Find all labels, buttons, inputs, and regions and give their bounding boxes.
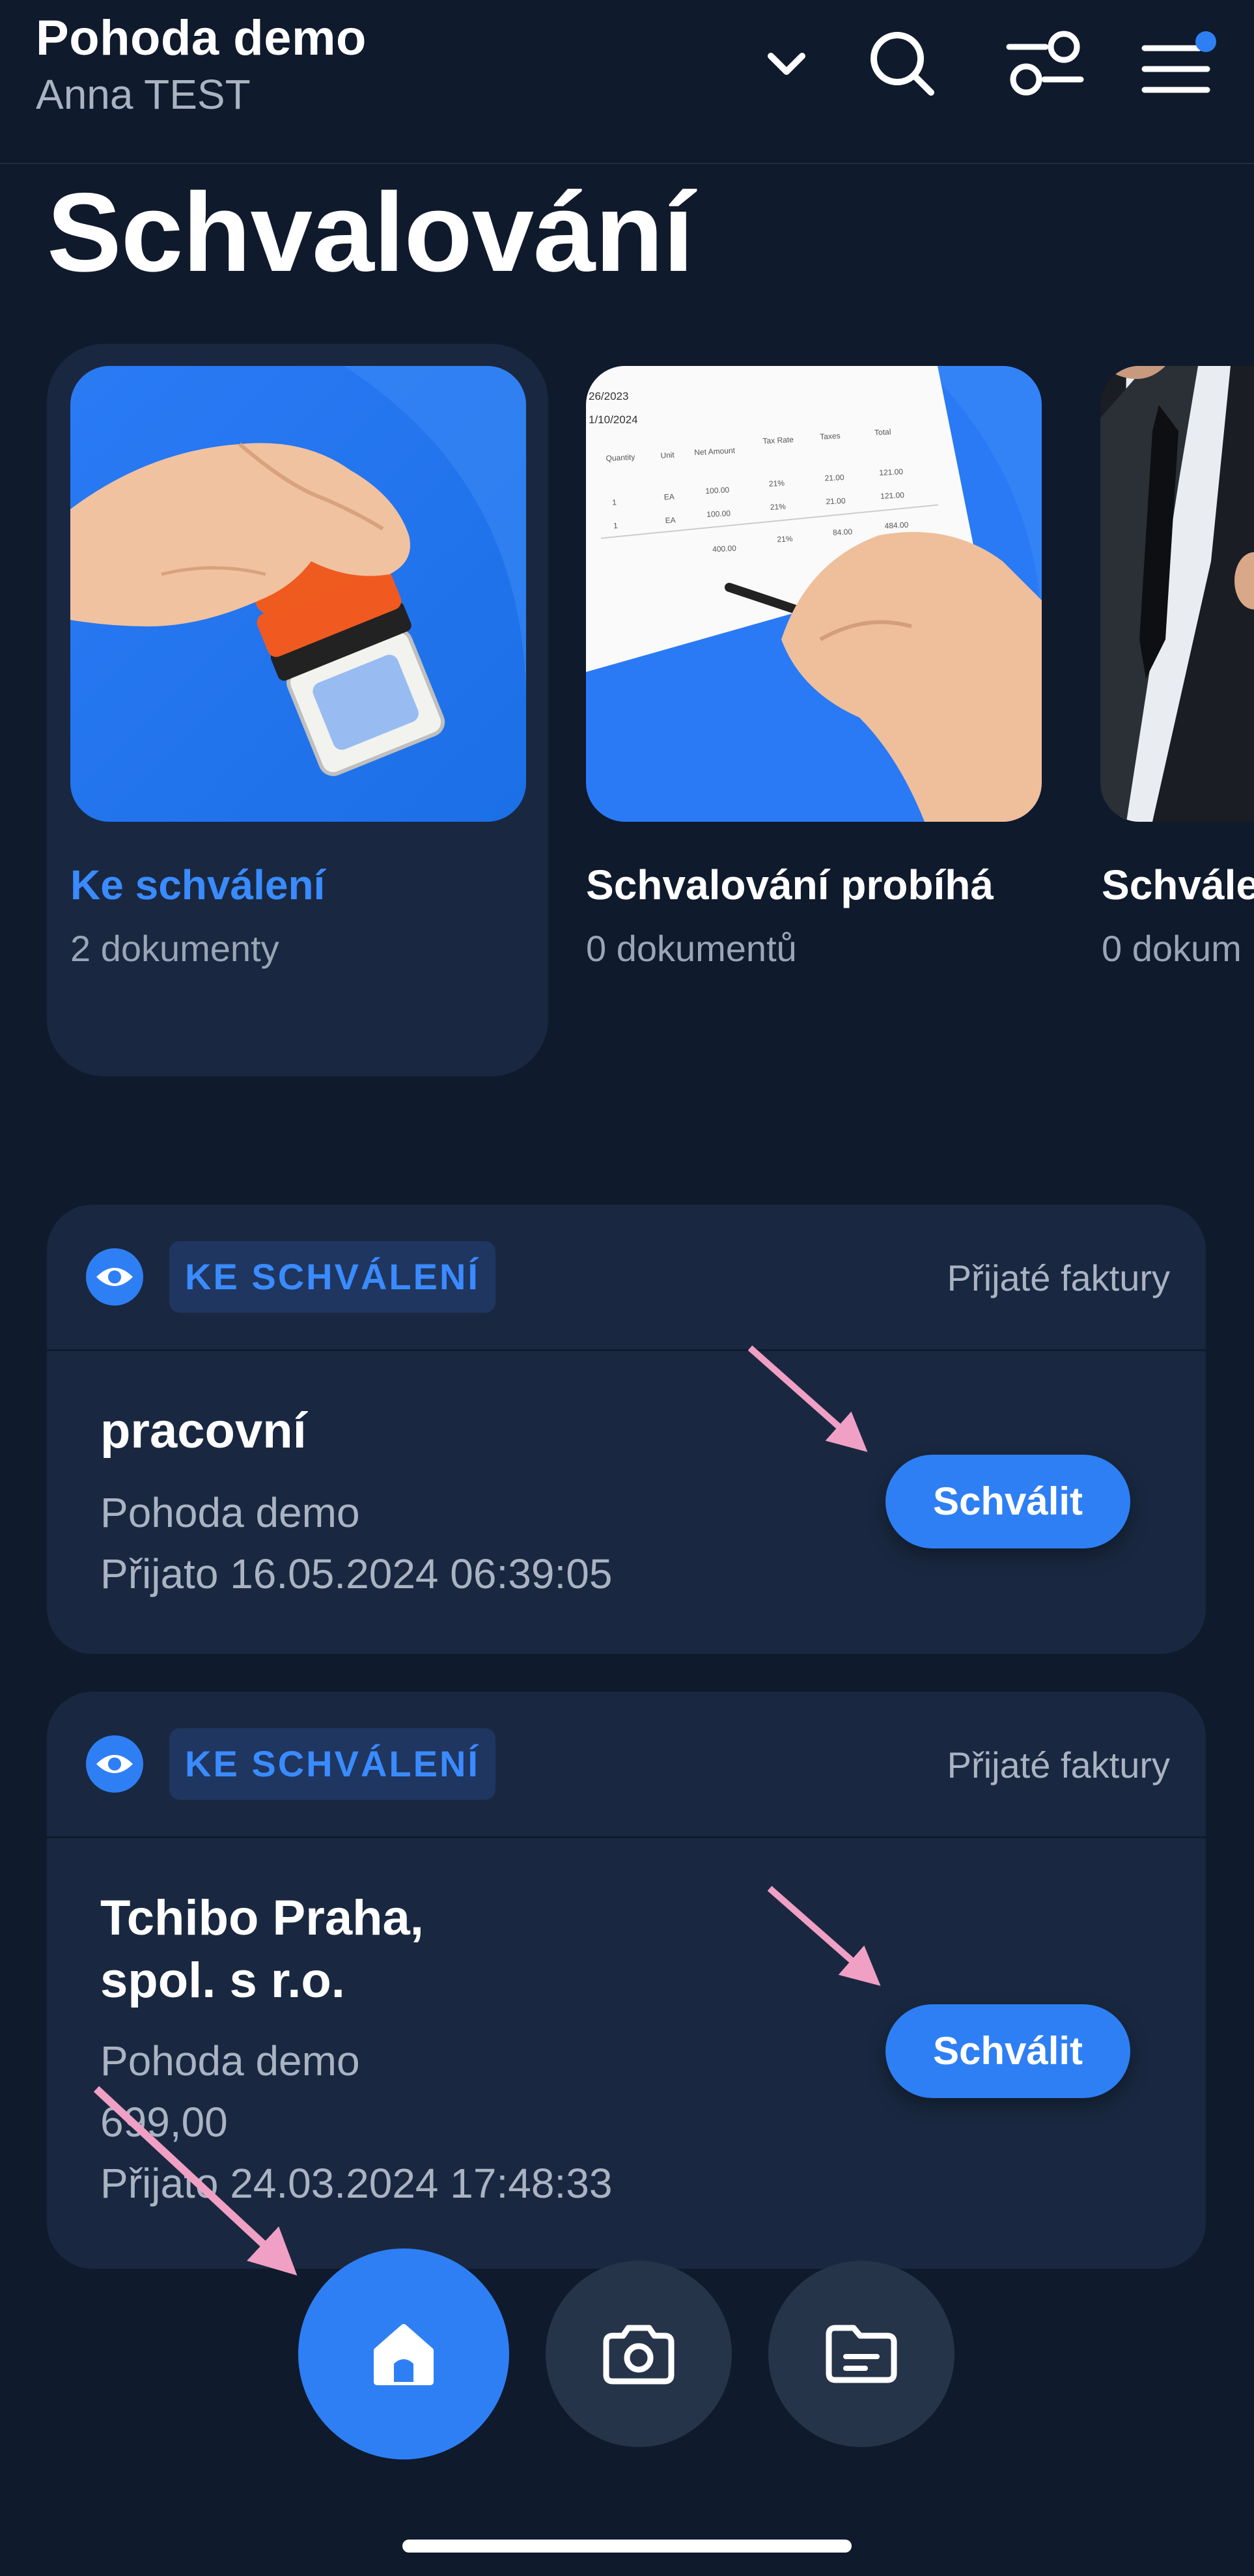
annotation-arrow [93,2086,298,2276]
annotation-arrows [93,1345,881,2276]
annotation-arrow [747,1345,868,1452]
annotation-arrow [767,1886,881,1986]
